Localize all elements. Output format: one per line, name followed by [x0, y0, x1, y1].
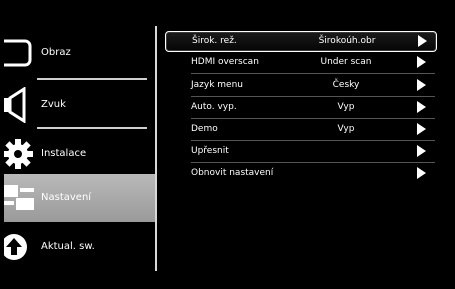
menu-item-label: Instalace: [41, 148, 87, 159]
arrow-right-icon: [417, 167, 426, 179]
arrow-right-icon: [417, 101, 426, 113]
menu-item-aktual-sw[interactable]: Aktual. sw.: [4, 223, 156, 271]
setting-row-upresnit[interactable]: Upřesnit: [165, 142, 435, 161]
menu-item-instalace[interactable]: Instalace: [4, 130, 156, 178]
setting-value: Vyp: [337, 102, 355, 112]
setting-value: Širokoúh.obr: [318, 36, 376, 46]
panel-divider: [155, 26, 157, 271]
arrow-right-icon: [417, 145, 426, 157]
arrow-right-icon: [417, 56, 426, 68]
setting-name: Jazyk menu: [191, 80, 244, 90]
menu-separator: [37, 78, 147, 80]
setting-name: Upřesnit: [191, 146, 229, 156]
setting-row-jazyk-menu[interactable]: Jazyk menu Česky: [165, 76, 435, 95]
setting-name: Obnovit nastavení: [191, 168, 274, 178]
setting-name: Auto. vyp.: [191, 102, 237, 112]
menu-item-label: Zvuk: [41, 99, 66, 110]
setting-row-obnovit-nastaveni[interactable]: Obnovit nastavení: [165, 164, 435, 183]
row-separator: [191, 96, 435, 97]
menu-item-nastaveni[interactable]: Nastavení: [4, 174, 156, 222]
menu-item-label: Aktual. sw.: [41, 241, 95, 252]
speaker-icon: [4, 87, 26, 123]
gear-icon: [4, 139, 33, 169]
picture-icon: [4, 39, 32, 67]
row-separator: [191, 73, 435, 74]
setting-row-hdmi-overscan[interactable]: HDMI overscan Under scan: [165, 53, 435, 72]
menu-item-label: Obraz: [41, 47, 71, 58]
row-separator: [191, 140, 435, 141]
tv-menu-screen: Obraz Zvuk Instalace Nastavení Aktual. s…: [4, 9, 451, 280]
setting-value: Vyp: [337, 124, 355, 134]
setting-row-auto-vyp[interactable]: Auto. vyp. Vyp: [165, 98, 435, 117]
setting-name: HDMI overscan: [191, 57, 259, 67]
row-separator: [191, 162, 435, 163]
menu-separator: [37, 127, 147, 129]
setting-row-demo[interactable]: Demo Vyp: [165, 120, 435, 139]
row-separator: [191, 118, 435, 119]
setting-value: Under scan: [320, 57, 372, 67]
setting-name: Širok. rež.: [192, 36, 237, 46]
menu-item-obraz[interactable]: Obraz: [4, 29, 156, 77]
menu-item-label: Nastavení: [41, 192, 92, 203]
settings-sliders-icon: [4, 185, 34, 210]
setting-row-sirok-rez[interactable]: Širok. rež. Širokoúh.obr: [165, 31, 437, 52]
arrow-right-icon: [417, 123, 426, 135]
update-icon: [4, 234, 27, 260]
arrow-right-icon: [418, 35, 427, 47]
setting-value: Česky: [332, 80, 360, 90]
menu-item-zvuk[interactable]: Zvuk: [4, 81, 156, 129]
arrow-right-icon: [417, 79, 426, 91]
setting-name: Demo: [191, 124, 218, 134]
